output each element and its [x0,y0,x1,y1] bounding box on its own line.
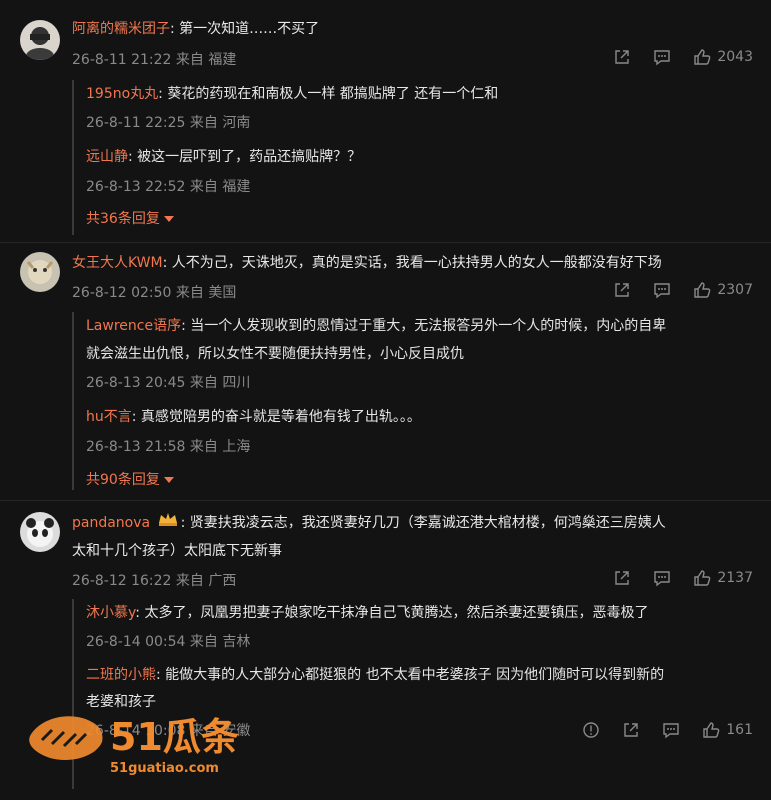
reply-meta: 26-8-11 22:25 来自 河南 [86,112,250,132]
like-icon[interactable] [693,569,711,587]
location: 来自 福建 [175,52,237,68]
comment-meta: 26-8-12 02:50 来自 美国 [72,282,236,302]
reply-text: 真感觉陪男的奋斗就是等着他有钱了出轨。。。 [140,409,421,425]
like-icon[interactable] [702,721,720,739]
comment-text: 人不为己，天诛地灭，真的是实话，我看一心扶持男人的女人一般都没有好下场 [171,255,662,271]
comment-actions: 2307 [591,281,753,299]
reply-text: 当一个人发现收到的恩情过于重大，无法报答另外一个人的时候，内心的自卑 [190,318,667,334]
timestamp: 26-8-12 02:50 [72,285,172,301]
reply-meta: 26-8-14 00:54 来自 吉林 [86,631,250,651]
reply-text: 葵花的药现在和南极人一样 都搞贴牌了 还有一个仁和 [167,86,499,102]
watermark-url: 51guatiao.com [110,761,219,776]
username[interactable]: hu不言 [86,409,132,425]
more-replies-link[interactable]: 共90条回复 [86,469,174,489]
timestamp: 26-8-13 22:52 [86,179,186,195]
reply: hu不言: 真感觉陪男的奋斗就是等着他有钱了出轨。。。 [86,409,421,425]
avatar[interactable] [20,252,60,292]
reply-text: 被这一层吓到了，药品还搞贴牌？？ [137,149,362,165]
avatar[interactable] [20,20,60,60]
reply-text: 就会滋生出仇恨，所以女性不要随便扶持男性，小心反目成仇 [86,346,464,362]
more-replies-link[interactable]: 共36条回复 [86,208,174,228]
location: 来自 福建 [189,179,251,195]
avatar[interactable] [20,512,60,552]
comment-actions: 2043 [591,48,753,66]
crown-badge-icon [157,509,179,537]
comment-meta: 26-8-12 16:22 来自 广西 [72,570,236,590]
divider [0,500,771,501]
comment-line: pandanova : 贤妻扶我凌云志，我还贤妻好几刀（李嘉诚还港大棺材楼，何鸿… [72,509,752,537]
comment-icon[interactable] [653,569,671,587]
share-icon[interactable] [613,569,631,587]
like-icon[interactable] [693,48,711,66]
comment-text: 太和十几个孩子）太阳底下无新事 [72,543,282,559]
share-icon[interactable] [613,48,631,66]
reply-meta: 26-8-13 22:52 来自 福建 [86,176,250,196]
location: 来自 广西 [175,573,237,589]
username[interactable]: 195no丸丸 [86,86,158,102]
location: 来自 美国 [175,285,237,301]
username[interactable]: 远山静 [86,149,128,165]
reply-meta: 26-8-13 20:45 来自 四川 [86,372,250,392]
username[interactable]: 沐小慕y [86,605,135,621]
timestamp: 26-8-12 16:22 [72,573,172,589]
comment-icon[interactable] [653,281,671,299]
watermark-logo: 51瓜条 51guatiao.com [26,700,276,780]
username[interactable]: 二班的小熊 [86,667,156,683]
location: 来自 河南 [189,115,251,131]
reply-meta: 26-8-13 21:58 来自 上海 [86,436,250,456]
reply: 二班的小熊: 能做大事的人大部分心都挺狠的 也不太看中老婆孩子 因为他们随时可以… [86,667,665,683]
reply: Lawrence语序: 当一个人发现收到的恩情过于重大，无法报答另外一个人的时候… [86,318,667,334]
username[interactable]: pandanova [72,515,150,531]
comment-continuation: 太和十几个孩子）太阳底下无新事 [72,537,752,565]
comment-actions: 2137 [591,569,753,587]
comment-meta: 26-8-11 21:22 来自 福建 [72,49,236,69]
share-icon[interactable] [613,281,631,299]
watermark-brand: 51瓜条 [110,715,239,759]
chevron-down-icon [163,477,174,483]
reply-continuation: 就会滋生出仇恨，所以女性不要随便扶持男性，小心反目成仇 [86,340,746,368]
timestamp: 26-8-11 21:22 [72,52,172,68]
comment-text-tail: 人 [651,515,666,531]
reply-actions: 161 [560,721,753,739]
like-icon[interactable] [693,281,711,299]
reply-text: 太多了，凤凰男把妻子娘家吃干抹净自己飞黄腾达，然后杀妻还要镇压，恶毒极了 [144,605,649,621]
timestamp: 26-8-14 00:54 [86,634,186,650]
like-count: 2137 [717,570,753,586]
username[interactable]: Lawrence语序 [86,318,181,334]
like-count: 161 [726,722,753,738]
like-count: 2307 [717,282,753,298]
comment-line: 阿离的糯米团子: 第一次知道……不买了 [72,21,320,37]
reply: 远山静: 被这一层吓到了，药品还搞贴牌？？ [86,149,362,165]
username[interactable]: 阿离的糯米团子 [72,21,170,37]
timestamp: 26-8-13 20:45 [86,375,186,391]
reply-text: 能做大事的人大部分心都挺狠的 也不太看中老婆孩子 因为他们随时可以得到新的 [165,667,665,683]
reply-thread: Lawrence语序: 当一个人发现收到的恩情过于重大，无法报答另外一个人的时候… [72,312,762,490]
location: 来自 四川 [189,375,251,391]
username[interactable]: 女王大人KWM [72,255,163,271]
location: 来自 吉林 [189,634,251,650]
comment-text: 贤妻扶我凌云志，我还贤妻好几刀（李嘉诚还港大棺材楼，何鸿燊还三房姨 [189,515,652,531]
comment-icon[interactable] [662,721,680,739]
chevron-down-icon [163,216,174,222]
divider [0,242,771,243]
comment-icon[interactable] [653,48,671,66]
like-count: 2043 [717,49,753,65]
timestamp: 26-8-13 21:58 [86,439,186,455]
share-icon[interactable] [622,721,640,739]
location: 来自 上海 [189,439,251,455]
reply: 沐小慕y: 太多了，凤凰男把妻子娘家吃干抹净自己飞黄腾达，然后杀妻还要镇压，恶毒… [86,605,649,621]
reply: 195no丸丸: 葵花的药现在和南极人一样 都搞贴牌了 还有一个仁和 [86,86,499,102]
comment-line: 女王大人KWM: 人不为己，天诛地灭，真的是实话，我看一心扶持男人的女人一般都没… [72,255,662,271]
timestamp: 26-8-11 22:25 [86,115,186,131]
alert-icon[interactable] [582,721,600,739]
comment-text: 第一次知道……不买了 [179,21,320,37]
reply-thread: 195no丸丸: 葵花的药现在和南极人一样 都搞贴牌了 还有一个仁和 26-8-… [72,80,762,235]
